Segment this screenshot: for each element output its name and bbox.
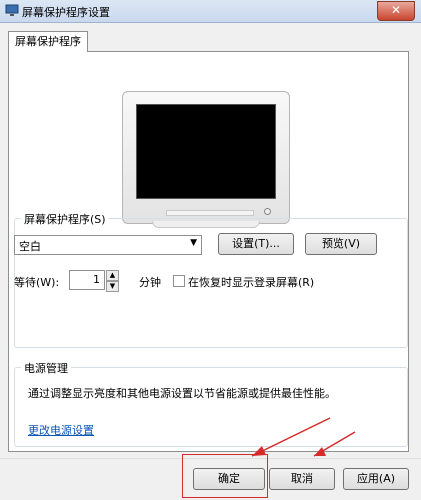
spin-down-icon[interactable]: ▼ [106, 281, 119, 292]
monitor-preview [122, 91, 290, 228]
settings-button[interactable]: 设置(T)... [218, 233, 294, 255]
monitor-icon [5, 4, 19, 16]
monitor-screen [136, 104, 276, 199]
monitor-frame [122, 91, 290, 224]
monitor-slot [166, 210, 254, 216]
tab-screensaver[interactable]: 屏幕保护程序 [8, 31, 88, 52]
annotation-box [182, 454, 268, 498]
minutes-label: 分钟 [139, 276, 161, 289]
monitor-power-led [264, 208, 271, 215]
wait-minutes-input[interactable]: 1 [69, 270, 105, 290]
cancel-button[interactable]: 取消 [269, 468, 335, 490]
preview-button[interactable]: 预览(V) [305, 233, 377, 255]
wait-minutes-value: 1 [93, 273, 100, 286]
resume-logon-label[interactable]: 在恢复时显示登录屏幕(R) [188, 274, 314, 290]
wait-spinner[interactable]: ▲ ▼ [106, 270, 119, 292]
chevron-down-icon: ▼ [190, 238, 197, 248]
window-title: 屏幕保护程序设置 [22, 6, 110, 19]
spin-up-icon[interactable]: ▲ [106, 270, 119, 281]
resume-logon-checkbox[interactable] [173, 275, 185, 287]
close-button[interactable]: ✕ [377, 1, 415, 21]
change-power-settings-link[interactable]: 更改电源设置 [28, 422, 94, 438]
apply-button[interactable]: 应用(A) [343, 468, 409, 490]
power-description: 通过调整显示亮度和其他电源设置以节省能源或提供最佳性能。 [28, 387, 336, 400]
screensaver-selected-value: 空白 [19, 240, 41, 253]
title-bar: 屏幕保护程序设置 ✕ [0, 0, 421, 23]
screensaver-select[interactable]: 空白 ▼ [14, 235, 202, 255]
screensaver-group-label: 屏幕保护程序(S) [21, 211, 109, 227]
power-group-label: 电源管理 [21, 360, 71, 376]
wait-label: 等待(W): [14, 276, 60, 289]
close-icon: ✕ [390, 3, 402, 17]
